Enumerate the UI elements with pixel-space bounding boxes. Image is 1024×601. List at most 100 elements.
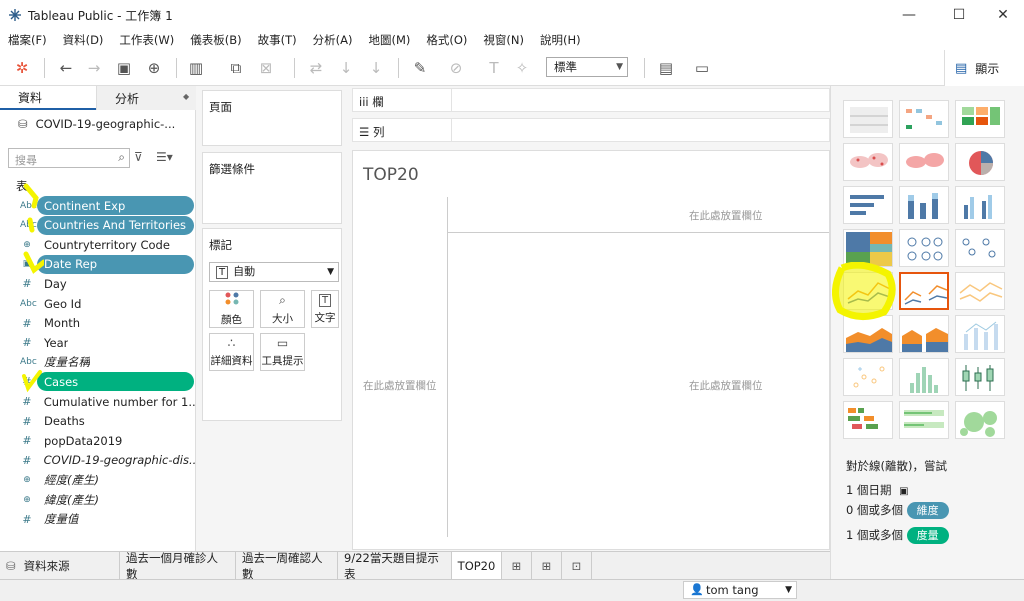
field-item[interactable]: # 度量值 bbox=[0, 510, 196, 529]
undo-icon[interactable]: ← bbox=[56, 58, 76, 78]
redo-icon[interactable]: → bbox=[84, 58, 104, 78]
field-item[interactable]: # COVID-19-geographic-dis... bbox=[0, 451, 196, 470]
tab-top20[interactable]: TOP20 bbox=[452, 552, 502, 579]
new-sheet-icon[interactable]: ⊞ bbox=[502, 552, 532, 579]
new-datasource-icon[interactable]: ⊕ bbox=[144, 58, 164, 78]
showme-side-by-side-circles-icon[interactable] bbox=[955, 229, 1005, 267]
tab-analysis[interactable]: 分析 bbox=[96, 86, 196, 110]
showme-horizontal-bars-icon[interactable] bbox=[843, 186, 893, 224]
tab-sheet-2[interactable]: 過去一周確認人數 bbox=[236, 551, 338, 581]
menu-file[interactable]: 檔案(F) bbox=[8, 32, 47, 48]
showme-bullet-graph-icon[interactable] bbox=[899, 401, 949, 439]
field-item[interactable]: # popData2019 bbox=[0, 431, 196, 450]
new-dashboard-icon[interactable]: ⊞ bbox=[532, 552, 562, 579]
showme-highlight-table-icon[interactable] bbox=[955, 100, 1005, 138]
minimize-button[interactable]: — bbox=[886, 0, 932, 30]
field-item[interactable]: Abc Countries And Territories bbox=[0, 216, 196, 235]
duplicate-sheet-icon[interactable]: ⧉ bbox=[226, 58, 246, 78]
showme-side-by-side-bars-icon[interactable] bbox=[955, 186, 1005, 224]
group-icon[interactable]: ⊘ bbox=[446, 58, 466, 78]
showme-gantt-chart-icon[interactable] bbox=[843, 401, 893, 439]
show-me-tab[interactable]: ▤ 顯示 bbox=[944, 50, 1024, 86]
sort-desc-icon[interactable]: ↓ bbox=[366, 58, 386, 78]
tab-datasource[interactable]: ⛁ 資料來源 bbox=[0, 552, 120, 579]
field-item[interactable]: # Year bbox=[0, 333, 196, 352]
label-icon[interactable]: T bbox=[484, 58, 504, 78]
showme-packed-bubbles-icon[interactable] bbox=[955, 401, 1005, 439]
field-item[interactable]: ⊕ 經度(產生) bbox=[0, 470, 196, 489]
presentation-icon[interactable]: ▭ bbox=[692, 58, 712, 78]
showme-treemap-icon[interactable] bbox=[843, 229, 893, 267]
field-item[interactable]: Abc 度量名稱 bbox=[0, 353, 196, 372]
field-item[interactable]: # Month bbox=[0, 314, 196, 333]
menu-dashboard[interactable]: 儀表板(B) bbox=[190, 32, 241, 48]
showme-pie-chart-icon[interactable] bbox=[955, 143, 1005, 181]
text-button[interactable]: T 文字 bbox=[311, 290, 339, 328]
menu-data[interactable]: 資料(D) bbox=[63, 32, 104, 48]
pages-shelf[interactable]: 頁面 bbox=[202, 90, 342, 146]
color-button[interactable]: 顏色 bbox=[209, 290, 254, 328]
field-item[interactable]: Abc Geo Id bbox=[0, 294, 196, 313]
mark-type-select[interactable]: T 自動 ▼ bbox=[209, 262, 339, 282]
showme-circle-views-icon[interactable] bbox=[899, 229, 949, 267]
sort-asc-icon[interactable]: ↓ bbox=[336, 58, 356, 78]
detail-button[interactable]: ∴ 詳細資料 bbox=[209, 333, 254, 371]
tab-sheet-1[interactable]: 過去一個月確診人數 bbox=[120, 551, 236, 581]
field-item[interactable]: Abc Continent Exp bbox=[0, 196, 196, 215]
showme-line-continuous-icon[interactable] bbox=[843, 272, 893, 310]
showme-box-whisker-icon[interactable] bbox=[955, 358, 1005, 396]
filters-shelf[interactable]: 篩選條件 bbox=[202, 152, 342, 224]
view-options-icon[interactable]: ☰▾ bbox=[156, 150, 173, 164]
menu-window[interactable]: 視窗(N) bbox=[483, 32, 524, 48]
field-item[interactable]: # Deaths bbox=[0, 412, 196, 431]
menu-analysis[interactable]: 分析(A) bbox=[313, 32, 353, 48]
fit-select[interactable]: 標準 ▼ bbox=[546, 57, 628, 77]
showme-histogram-icon[interactable] bbox=[899, 358, 949, 396]
showme-line-discrete-icon[interactable] bbox=[899, 272, 949, 310]
show-cards-icon[interactable]: ▤ bbox=[656, 58, 676, 78]
maximize-button[interactable]: ☐ bbox=[936, 0, 982, 30]
menu-help[interactable]: 說明(H) bbox=[540, 32, 581, 48]
swap-icon[interactable]: ⇄ bbox=[306, 58, 326, 78]
highlight-icon[interactable]: ✎ bbox=[410, 58, 430, 78]
filter-icon[interactable]: ⊽ bbox=[134, 150, 143, 164]
showme-text-table-icon[interactable] bbox=[843, 100, 893, 138]
showme-heat-map-icon[interactable] bbox=[899, 100, 949, 138]
field-item[interactable]: ▣ Date Rep bbox=[0, 255, 196, 274]
menu-format[interactable]: 格式(O) bbox=[426, 32, 467, 48]
search-input[interactable]: 搜尋 ⌕ bbox=[8, 148, 130, 168]
tooltip-button[interactable]: ▭ 工具提示 bbox=[260, 333, 305, 371]
menu-worksheet[interactable]: 工作表(W) bbox=[119, 32, 174, 48]
field-item[interactable]: ⊕ 緯度(產生) bbox=[0, 490, 196, 509]
datasource-item[interactable]: ⛁ COVID-19-geographic-... bbox=[18, 117, 175, 131]
showme-filled-map-icon[interactable] bbox=[899, 143, 949, 181]
showme-area-discrete-icon[interactable] bbox=[899, 315, 949, 353]
view-canvas[interactable]: TOP20 在此處放置欄位 在此處放置欄位 在此處放置欄位 bbox=[352, 150, 830, 550]
size-button[interactable]: ⌕ 大小 bbox=[260, 290, 305, 328]
new-worksheet-icon[interactable]: ▥ bbox=[186, 58, 206, 78]
columns-shelf[interactable]: iii 欄 bbox=[352, 88, 830, 112]
field-item[interactable]: # Cumulative number for 1... bbox=[0, 392, 196, 411]
user-menu[interactable]: 👤 tom tang ▼ bbox=[683, 581, 797, 599]
menu-map[interactable]: 地圖(M) bbox=[368, 32, 410, 48]
tab-data[interactable]: 資料 bbox=[0, 86, 96, 110]
showme-scatter-plot-icon[interactable] bbox=[843, 358, 893, 396]
tab-menu-icon[interactable]: ◆ bbox=[183, 92, 189, 101]
tableau-home-icon[interactable]: ✲ bbox=[12, 58, 32, 78]
field-item[interactable]: # Cases bbox=[0, 372, 196, 391]
clear-sheet-icon[interactable]: ⊠ bbox=[256, 58, 276, 78]
showme-stacked-bars-icon[interactable] bbox=[899, 186, 949, 224]
new-story-icon[interactable]: ⊡ bbox=[562, 552, 592, 579]
showme-dual-combination-icon[interactable] bbox=[955, 315, 1005, 353]
showme-area-continuous-icon[interactable] bbox=[843, 315, 893, 353]
pin-icon[interactable]: ✧ bbox=[512, 58, 532, 78]
tab-sheet-3[interactable]: 9/22當天題目提示表 bbox=[338, 551, 452, 581]
field-item[interactable]: ⊕ Countryterritory Code bbox=[0, 235, 196, 254]
close-button[interactable]: ✕ bbox=[980, 0, 1024, 30]
rows-shelf[interactable]: ☰ 列 bbox=[352, 118, 830, 142]
showme-dual-lines-icon[interactable] bbox=[955, 272, 1005, 310]
field-item[interactable]: # Day bbox=[0, 274, 196, 293]
menu-story[interactable]: 故事(T) bbox=[258, 32, 297, 48]
showme-symbol-map-icon[interactable] bbox=[843, 143, 893, 181]
save-icon[interactable]: ▣ bbox=[114, 58, 134, 78]
